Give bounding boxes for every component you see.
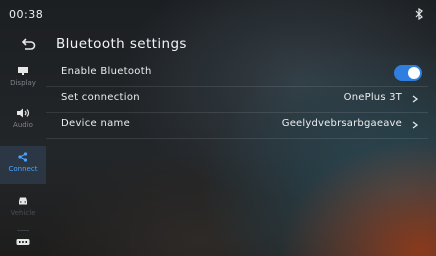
set-connection-row[interactable]: Set connection OnePlus 3T bbox=[46, 86, 428, 113]
sidebar-item-display[interactable]: Display bbox=[0, 66, 46, 100]
enable-bluetooth-toggle[interactable] bbox=[394, 65, 422, 81]
chevron-right-icon bbox=[412, 95, 418, 103]
sidebar-item-audio[interactable]: Audio bbox=[0, 108, 46, 142]
sidebar-item-more[interactable] bbox=[0, 238, 46, 252]
sidebar-item-label: Vehicle bbox=[10, 209, 36, 217]
share-icon bbox=[18, 152, 28, 162]
set-connection-value: OnePlus 3T bbox=[343, 92, 402, 103]
sidebar: Display Audio Connect Vehicle bbox=[0, 60, 46, 256]
page-title: Bluetooth settings bbox=[56, 36, 187, 52]
sidebar-item-label: Audio bbox=[13, 121, 33, 129]
sidebar-item-connect[interactable]: Connect bbox=[0, 146, 46, 184]
sidebar-item-label: Connect bbox=[8, 165, 38, 173]
settings-more-icon bbox=[16, 239, 30, 245]
chevron-right-icon bbox=[412, 121, 418, 129]
device-name-label: Device name bbox=[61, 118, 131, 129]
car-icon bbox=[19, 197, 27, 205]
sidebar-item-label: Display bbox=[10, 79, 36, 87]
status-bar: 00:38 bbox=[0, 0, 436, 30]
sidebar-item-vehicle[interactable]: Vehicle bbox=[0, 196, 46, 226]
back-arrow-icon[interactable] bbox=[20, 38, 36, 52]
infotainment-screen: 00:38 Bluetooth settings Display Audio C… bbox=[0, 0, 436, 256]
bluetooth-icon bbox=[415, 8, 423, 20]
set-connection-label: Set connection bbox=[61, 92, 140, 103]
enable-bluetooth-row[interactable]: Enable Bluetooth bbox=[46, 60, 428, 87]
device-name-row[interactable]: Device name Geelydvebrsarbgaeave bbox=[46, 112, 428, 139]
enable-bluetooth-label: Enable Bluetooth bbox=[61, 66, 152, 77]
clock: 00:38 bbox=[9, 8, 44, 21]
speaker-icon bbox=[17, 108, 30, 118]
device-name-value: Geelydvebrsarbgaeave bbox=[281, 118, 402, 129]
sidebar-divider bbox=[17, 230, 29, 231]
toggle-knob bbox=[408, 67, 420, 79]
title-bar: Bluetooth settings bbox=[0, 30, 436, 60]
display-icon bbox=[18, 67, 28, 75]
